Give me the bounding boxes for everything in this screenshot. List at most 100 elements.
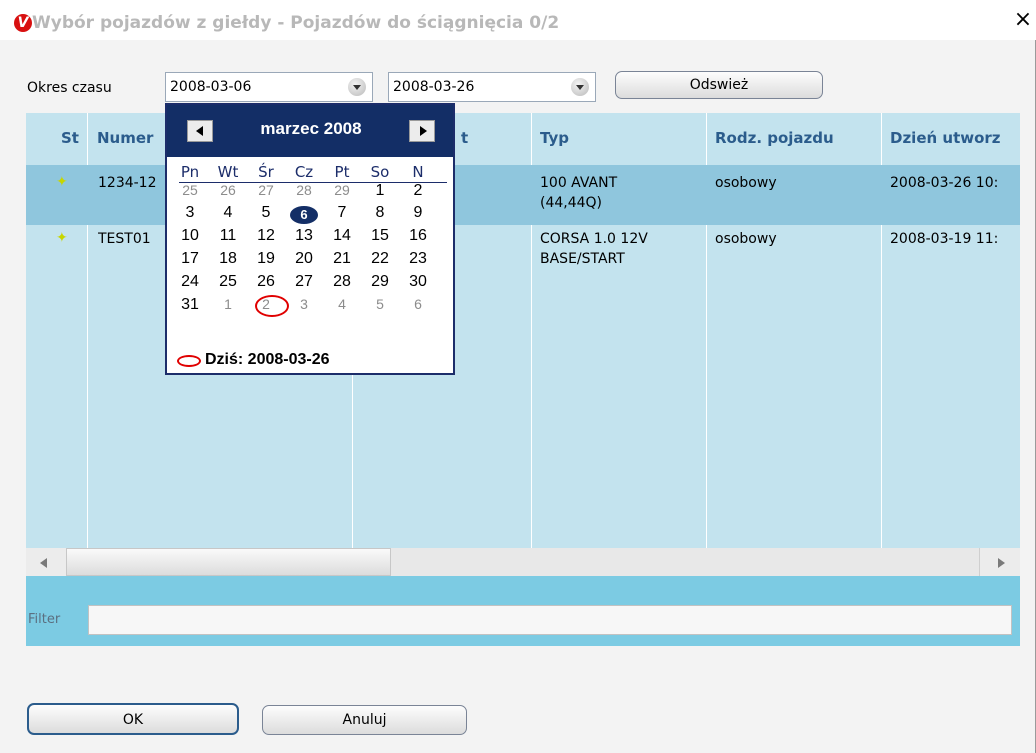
calendar-day[interactable]: 28 <box>289 182 319 198</box>
calendar-day-number: 25 <box>182 182 198 198</box>
triangle-right-icon <box>420 126 427 136</box>
column-header-typ[interactable]: Typ <box>540 113 700 163</box>
today-mark-icon <box>177 355 201 367</box>
column-header-rodzaj[interactable]: Rodz. pojazdu <box>715 113 875 163</box>
cell-typ-line2: (44,44Q) <box>540 195 603 211</box>
refresh-button[interactable]: Odswież <box>615 71 823 99</box>
calendar-day[interactable]: 25 <box>213 273 243 291</box>
calendar-day-number: 30 <box>409 273 427 290</box>
arrow-right-icon <box>998 558 1005 568</box>
calendar-header: marzec 2008 <box>167 105 453 157</box>
calendar-day[interactable]: 21 <box>327 250 357 268</box>
window-title: Wybór pojazdów z giełdy - Pojazdów do śc… <box>32 13 560 33</box>
calendar-day[interactable]: 22 <box>365 250 395 268</box>
scroll-thumb[interactable] <box>66 548 391 576</box>
calendar-day[interactable]: 10 <box>175 227 205 245</box>
scroll-left-button[interactable] <box>26 548 67 576</box>
calendar-day-number: 3 <box>300 296 308 312</box>
calendar-day[interactable]: 4 <box>327 296 357 312</box>
calendar-day-number: 1 <box>375 182 385 199</box>
selected-day-highlight: 6 <box>290 206 318 224</box>
calendar-day[interactable]: 7 <box>327 204 357 222</box>
calendar-day[interactable]: 11 <box>213 227 243 245</box>
calendar-day[interactable]: 9 <box>403 204 433 222</box>
calendar-day[interactable]: 16 <box>403 227 433 245</box>
calendar-day[interactable]: 12 <box>251 227 281 245</box>
calendar-day-number: 27 <box>258 182 274 198</box>
calendar-day[interactable]: 28 <box>327 273 357 291</box>
calendar-day-number: 10 <box>181 227 199 244</box>
calendar-day[interactable]: 27 <box>289 273 319 291</box>
calendar-day[interactable]: 24 <box>175 273 205 291</box>
app-logo-icon: V <box>14 14 32 32</box>
calendar-month-title: marzec 2008 <box>260 119 362 138</box>
calendar-day[interactable]: 13 <box>289 227 319 245</box>
calendar-day[interactable]: 18 <box>213 250 243 268</box>
calendar-day-name: Śr <box>258 163 274 181</box>
calendar-day-number: 3 <box>185 204 195 221</box>
today-label[interactable]: Dziś: 2008-03-26 <box>205 351 330 369</box>
chevron-down-icon[interactable] <box>348 78 366 96</box>
calendar-day-number: 20 <box>295 250 313 267</box>
calendar-day[interactable]: 29 <box>327 182 357 198</box>
column-header-dzien[interactable]: Dzień utworz <box>890 113 1020 163</box>
calendar-day[interactable]: 30 <box>403 273 433 291</box>
calendar-day[interactable]: 25 <box>175 182 205 198</box>
calendar-day[interactable]: 14 <box>327 227 357 245</box>
calendar-day-number: 31 <box>181 296 199 313</box>
scroll-right-button[interactable] <box>979 548 1020 576</box>
calendar-day[interactable]: 26 <box>251 273 281 291</box>
calendar-day[interactable]: 20 <box>289 250 319 268</box>
calendar-day[interactable]: 27 <box>251 182 281 198</box>
cell-dzien: 2008-03-19 11: <box>890 231 999 247</box>
calendar-day[interactable]: 6 <box>403 296 433 312</box>
calendar-day[interactable]: 29 <box>365 273 395 291</box>
calendar-day-number: 4 <box>223 204 233 221</box>
calendar-day-number: 13 <box>295 227 313 244</box>
cancel-button[interactable]: Anuluj <box>262 705 467 735</box>
calendar-day[interactable]: 1 <box>213 296 243 312</box>
calendar-day-number: 26 <box>257 273 275 290</box>
calendar-day[interactable]: 66 <box>289 204 319 224</box>
calendar-day-number: 16 <box>409 227 427 244</box>
calendar-day[interactable]: 2 <box>403 182 433 200</box>
calendar-day[interactable]: 4 <box>213 204 243 222</box>
cell-rodzaj: osobowy <box>715 175 777 191</box>
calendar-day[interactable]: 5 <box>251 204 281 222</box>
column-header-t[interactable]: t <box>461 113 531 163</box>
calendar-day[interactable]: 31 <box>175 296 205 314</box>
calendar-day[interactable]: 3 <box>175 204 205 222</box>
calendar-day[interactable]: 8 <box>365 204 395 222</box>
filter-input[interactable] <box>88 605 1012 635</box>
calendar-day[interactable]: 19 <box>251 250 281 268</box>
star-icon: ✦ <box>56 174 68 190</box>
ok-button[interactable]: OK <box>27 703 239 735</box>
column-header-status[interactable]: St <box>61 113 87 163</box>
close-icon[interactable]: × <box>1012 8 1034 32</box>
calendar-day[interactable]: 26 <box>213 182 243 198</box>
calendar-day[interactable]: 5 <box>365 296 395 312</box>
date-to-combo[interactable]: 2008-03-26 <box>388 72 596 102</box>
calendar-day[interactable]: 3 <box>289 296 319 312</box>
date-from-combo[interactable]: 2008-03-06 <box>165 72 373 102</box>
chevron-down-icon[interactable] <box>571 78 589 96</box>
calendar-day-number: 28 <box>296 182 312 198</box>
calendar-day-number: 29 <box>371 273 389 290</box>
calendar-day-name: Pn <box>180 163 200 181</box>
horizontal-scrollbar[interactable] <box>26 548 1020 576</box>
triangle-left-icon <box>196 126 203 136</box>
calendar-day-number: 15 <box>371 227 389 244</box>
prev-month-button[interactable] <box>187 120 213 142</box>
calendar-day[interactable]: 17 <box>175 250 205 268</box>
calendar-day[interactable]: 1 <box>365 182 395 200</box>
calendar-day-number: 1 <box>224 296 232 312</box>
calendar-day-name: So <box>370 163 390 181</box>
next-month-button[interactable] <box>409 120 435 142</box>
star-icon: ✦ <box>56 230 68 246</box>
calendar-day-number: 12 <box>257 227 275 244</box>
calendar-day[interactable]: 15 <box>365 227 395 245</box>
calendar-day[interactable]: 23 <box>403 250 433 268</box>
calendar-day-number: 11 <box>219 227 237 244</box>
date-to-value: 2008-03-26 <box>393 79 475 95</box>
dialog-window: V Wybór pojazdów z giełdy - Pojazdów do … <box>0 0 1036 753</box>
